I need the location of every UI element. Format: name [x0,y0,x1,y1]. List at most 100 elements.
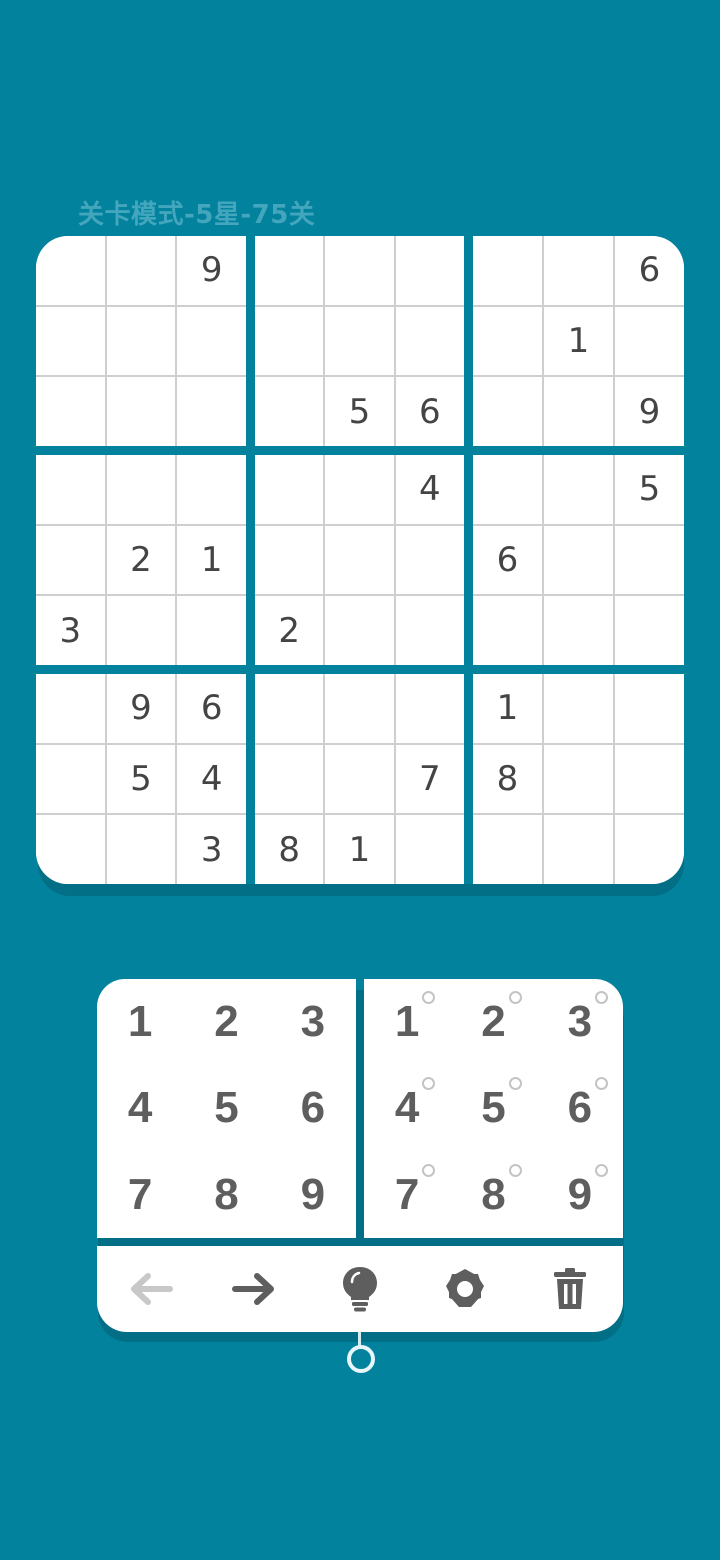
sudoku-cell[interactable] [473,377,542,446]
sudoku-cell[interactable] [106,455,176,524]
sudoku-cell[interactable] [544,525,613,595]
sudoku-cell[interactable]: 6 [615,236,684,305]
sudoku-cell[interactable] [325,455,394,524]
sudoku-cell[interactable] [325,674,394,743]
sudoku-cell[interactable] [544,744,613,814]
sudoku-cell[interactable]: 9 [106,674,176,743]
sudoku-cell[interactable] [177,306,246,376]
sudoku-cell[interactable]: 9 [177,236,246,305]
number-key[interactable]: 2 [183,979,269,1065]
number-key[interactable]: 1 [97,979,183,1065]
undo-button[interactable] [115,1254,185,1324]
sudoku-cell[interactable] [36,815,105,884]
sudoku-cell[interactable] [325,306,394,376]
sudoku-cell[interactable] [473,596,542,665]
sudoku-cell[interactable]: 6 [177,674,246,743]
sudoku-cell[interactable]: 2 [255,596,324,665]
hint-button[interactable] [325,1254,395,1324]
delete-button[interactable] [535,1254,605,1324]
number-key[interactable]: 3 [270,979,356,1065]
sudoku-cell[interactable] [395,306,464,376]
sudoku-cell[interactable] [36,377,105,446]
sudoku-cell[interactable] [255,236,324,305]
sudoku-cell[interactable] [473,236,542,305]
sudoku-cell[interactable] [106,596,176,665]
sudoku-cell[interactable]: 1 [325,815,394,884]
sudoku-cell[interactable] [395,674,464,743]
sudoku-cell[interactable] [36,455,105,524]
sudoku-cell[interactable]: 7 [395,744,464,814]
number-key[interactable]: 8 [183,1152,269,1238]
sudoku-cell[interactable] [325,236,394,305]
sudoku-cell[interactable] [544,596,613,665]
sudoku-cell[interactable] [395,525,464,595]
sudoku-cell[interactable] [473,306,542,376]
note-number-key[interactable]: 7 [364,1152,450,1238]
sudoku-cell[interactable] [544,377,613,446]
sudoku-cell[interactable] [473,815,542,884]
note-number-key[interactable]: 6 [537,1065,623,1151]
sudoku-cell[interactable] [544,674,613,743]
sudoku-cell[interactable]: 3 [177,815,246,884]
sudoku-cell[interactable]: 8 [255,815,324,884]
sudoku-cell[interactable] [615,306,684,376]
note-number-key[interactable]: 2 [450,979,536,1065]
sudoku-cell[interactable] [106,377,176,446]
note-number-key[interactable]: 1 [364,979,450,1065]
sudoku-cell[interactable]: 5 [615,455,684,524]
number-key[interactable]: 6 [270,1065,356,1151]
note-number-key[interactable]: 3 [537,979,623,1065]
sudoku-cell[interactable] [615,674,684,743]
sudoku-cell[interactable]: 5 [325,377,394,446]
sudoku-cell[interactable] [255,306,324,376]
sudoku-cell[interactable] [36,674,105,743]
number-key[interactable]: 4 [97,1065,183,1151]
sudoku-cell[interactable]: 1 [473,674,542,743]
number-key[interactable]: 7 [97,1152,183,1238]
sudoku-cell[interactable] [36,306,105,376]
sudoku-cell[interactable] [615,815,684,884]
sudoku-cell[interactable]: 3 [36,596,105,665]
sudoku-cell[interactable] [395,236,464,305]
sudoku-cell[interactable] [177,596,246,665]
note-number-key[interactable]: 5 [450,1065,536,1151]
sudoku-cell[interactable] [255,525,324,595]
sudoku-cell[interactable]: 6 [473,525,542,595]
sudoku-cell[interactable] [325,525,394,595]
sudoku-cell[interactable]: 6 [395,377,464,446]
note-number-key[interactable]: 8 [450,1152,536,1238]
sudoku-cell[interactable]: 5 [106,744,176,814]
sudoku-cell[interactable] [615,596,684,665]
sudoku-cell[interactable]: 8 [473,744,542,814]
sudoku-cell[interactable] [544,455,613,524]
note-number-key[interactable]: 9 [537,1152,623,1238]
sudoku-cell[interactable] [177,377,246,446]
sudoku-cell[interactable] [325,596,394,665]
number-key[interactable]: 9 [270,1152,356,1238]
sudoku-cell[interactable] [36,744,105,814]
sudoku-cell[interactable] [255,455,324,524]
sudoku-cell[interactable] [106,815,176,884]
sudoku-cell[interactable] [395,815,464,884]
sudoku-cell[interactable] [106,306,176,376]
sudoku-cell[interactable] [255,377,324,446]
sudoku-cell[interactable]: 4 [177,744,246,814]
settings-button[interactable] [430,1254,500,1324]
sudoku-cell[interactable] [106,236,176,305]
sudoku-cell[interactable]: 2 [106,525,176,595]
sudoku-cell[interactable]: 4 [395,455,464,524]
sudoku-cell[interactable] [255,744,324,814]
redo-button[interactable] [220,1254,290,1324]
sudoku-cell[interactable] [36,525,105,595]
sudoku-cell[interactable]: 9 [615,377,684,446]
sudoku-cell[interactable]: 1 [177,525,246,595]
sudoku-cell[interactable] [615,525,684,595]
sudoku-cell[interactable]: 1 [544,306,613,376]
sudoku-cell[interactable] [544,815,613,884]
sudoku-cell[interactable] [255,674,324,743]
number-key[interactable]: 5 [183,1065,269,1151]
sudoku-cell[interactable] [544,236,613,305]
sudoku-cell[interactable] [473,455,542,524]
sudoku-cell[interactable] [325,744,394,814]
sudoku-cell[interactable] [36,236,105,305]
